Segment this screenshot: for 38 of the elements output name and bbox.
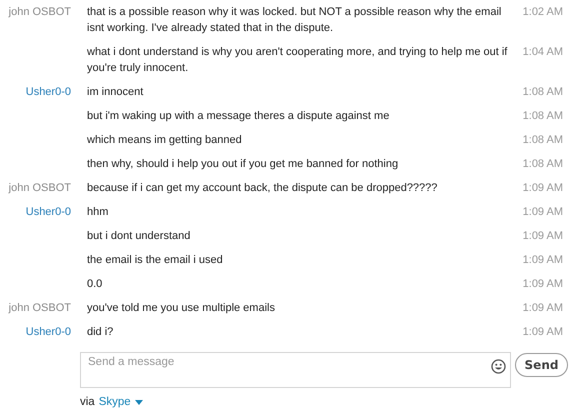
message-time: 1:08 AM — [522, 133, 563, 148]
message-time: 1:02 AM — [522, 5, 563, 20]
sender-name[interactable]: Usher0-0 — [0, 324, 87, 340]
message-text: im innocent — [87, 85, 144, 100]
message-text: 0.0 — [87, 277, 104, 292]
message-text: then why, should i help you out if you get me banned for nothing — [87, 157, 400, 172]
message-text: that is a possible reason why it was locked. but NOT a possible reason why the email isnt working. I've already stated that in the dispute. — [87, 5, 502, 36]
caret-icon — [134, 400, 143, 404]
send-button[interactable]: Send — [515, 353, 568, 377]
message-time: 1:08 AM — [522, 109, 563, 124]
message-text: did i? — [87, 325, 114, 340]
message-time: 1:09 AM — [522, 205, 563, 220]
message-time: 1:09 AM — [522, 253, 563, 268]
sender-name[interactable]: john OSBOT — [0, 4, 87, 36]
message-text: because if i can get my account back, the dispute can be dropped????? — [87, 181, 438, 196]
service-selector[interactable]: Skype — [98, 396, 143, 408]
message-field[interactable]: Send a message — [80, 352, 511, 388]
message-time: 1:04 AM — [522, 45, 563, 60]
sender-name[interactable]: Usher0-0 — [0, 204, 87, 220]
sender-name[interactable]: john OSBOT — [0, 300, 87, 316]
message-time: 1:09 AM — [522, 277, 563, 292]
smiley-icon[interactable] — [491, 359, 506, 374]
message-time: 1:08 AM — [522, 85, 563, 100]
message-text: which means im getting banned — [87, 133, 243, 148]
message-time: 1:09 AM — [522, 301, 563, 316]
message-text: what i dont understand is why you aren't cooperating more, and trying to help me out if you're truly innocent. — [87, 45, 508, 76]
sender-name[interactable]: Usher0-0 — [0, 84, 87, 100]
message-text: but i'm waking up with a message theres a dispute against me — [87, 109, 390, 124]
sender-name[interactable]: john OSBOT — [0, 180, 87, 196]
message-time: 1:09 AM — [522, 229, 563, 244]
message-text: hhm — [87, 205, 110, 220]
message-text: you've told me you use multiple emails — [87, 301, 276, 316]
message-time: 1:09 AM — [522, 181, 563, 196]
message-time: 1:08 AM — [522, 157, 563, 172]
message-text: the email is the email i used — [87, 253, 224, 268]
message-time: 1:09 AM — [522, 325, 563, 340]
message-text: but i dont understand — [87, 229, 192, 244]
via-label: via — [80, 396, 95, 408]
